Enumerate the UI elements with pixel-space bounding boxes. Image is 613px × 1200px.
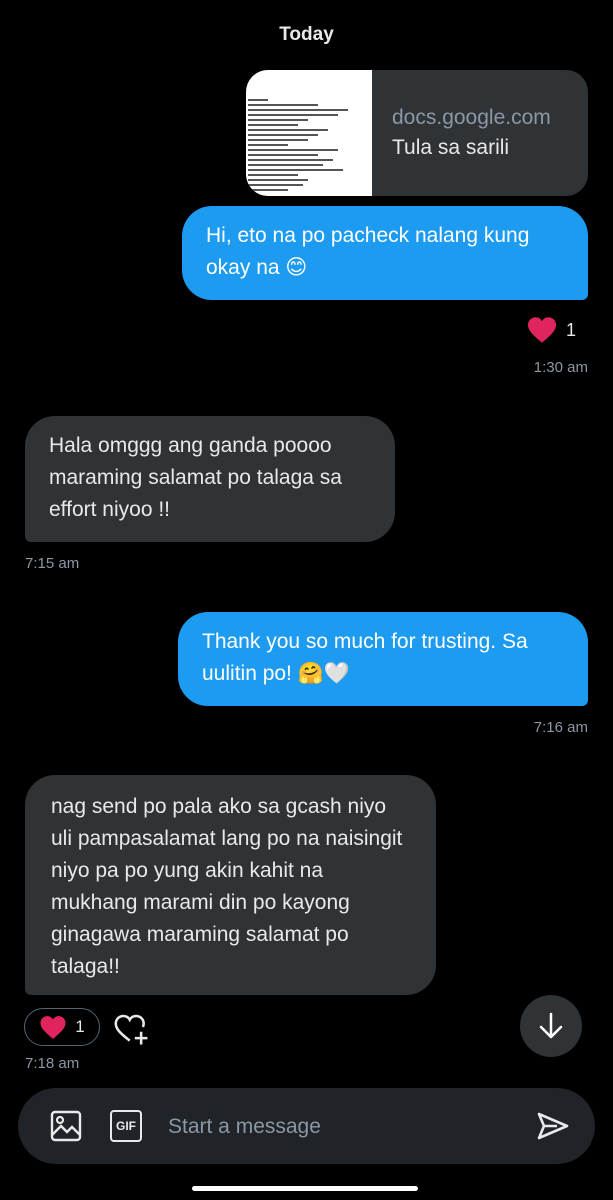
date-divider: Today [279, 24, 334, 45]
received-message-bubble[interactable]: nag send po pala ako sa gcash niyo uli p… [25, 775, 436, 995]
gif-icon[interactable]: GIF [110, 1110, 142, 1142]
add-reaction-icon[interactable] [112, 1010, 150, 1046]
message-reaction[interactable]: 1 [526, 316, 576, 344]
link-domain: docs.google.com [392, 106, 551, 129]
link-title: Tula sa sarili [392, 136, 510, 159]
link-preview-card[interactable]: docs.google.com Tula sa sarili [246, 70, 588, 196]
message-input[interactable] [166, 1104, 530, 1150]
scroll-to-bottom-button[interactable] [520, 995, 582, 1057]
reaction-pill[interactable]: 1 [24, 1008, 100, 1046]
send-icon[interactable] [537, 1110, 569, 1142]
home-indicator [192, 1186, 418, 1191]
sent-message-bubble[interactable]: Thank you so much for trusting. Sa uulit… [178, 612, 588, 706]
message-timestamp: 7:18 am [25, 1055, 80, 1072]
received-message-bubble[interactable]: Hala omggg ang ganda poooo maraming sala… [25, 416, 395, 542]
image-icon[interactable] [50, 1110, 82, 1142]
sent-message-bubble[interactable]: Hi, eto na po pacheck nalang kung okay n… [182, 206, 588, 300]
link-thumbnail [246, 70, 372, 196]
message-timestamp: 1:30 am [533, 359, 588, 376]
reaction-count: 1 [566, 319, 577, 340]
heart-icon [40, 1015, 66, 1039]
message-composer: GIF [18, 1088, 595, 1164]
message-timestamp: 7:16 am [533, 719, 588, 736]
reaction-count: 1 [75, 1017, 85, 1036]
message-timestamp: 7:15 am [25, 555, 80, 572]
arrow-down-icon [539, 1012, 563, 1039]
heart-icon [528, 317, 556, 343]
